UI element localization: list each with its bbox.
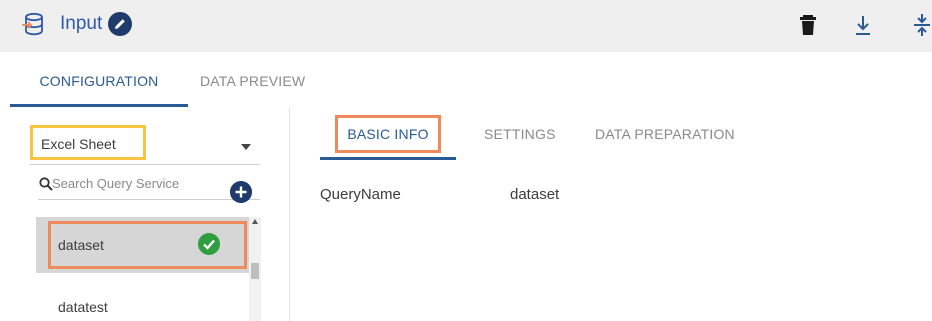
panel-header: Input bbox=[0, 0, 932, 52]
list-item[interactable]: datatest bbox=[36, 277, 249, 321]
tab-configuration-label: CONFIGURATION bbox=[39, 73, 159, 89]
header-title-group: Input bbox=[22, 12, 133, 36]
collapse-icon[interactable] bbox=[911, 13, 932, 37]
source-type-select[interactable]: Excel Sheet bbox=[30, 125, 146, 160]
add-query-button[interactable] bbox=[230, 181, 252, 203]
tab-basic-info[interactable]: BASIC INFO bbox=[320, 107, 456, 160]
search-underline bbox=[38, 199, 260, 200]
detail-tabs: BASIC INFO SETTINGS DATA PREPARATION bbox=[320, 107, 760, 160]
download-icon[interactable] bbox=[852, 13, 874, 37]
search-icon bbox=[39, 177, 53, 191]
tab-data-preview[interactable]: DATA PREVIEW bbox=[200, 62, 340, 107]
tab-basic-info-label: BASIC INFO bbox=[347, 126, 429, 142]
query-name-label: QueryName bbox=[320, 186, 401, 203]
tab-settings[interactable]: SETTINGS bbox=[484, 107, 556, 160]
query-name-value: dataset bbox=[510, 186, 560, 203]
edit-icon[interactable] bbox=[108, 12, 133, 36]
chevron-down-icon[interactable] bbox=[241, 144, 251, 150]
delete-icon[interactable] bbox=[797, 13, 819, 37]
tab-configuration[interactable]: CONFIGURATION bbox=[10, 62, 188, 107]
query-name: dataset bbox=[58, 237, 104, 253]
check-icon bbox=[198, 233, 220, 255]
scroll-up-arrow-icon[interactable] bbox=[252, 219, 258, 224]
query-sidebar: Excel Sheet dataset datatest bbox=[0, 107, 290, 321]
scroll-thumb[interactable] bbox=[251, 263, 259, 279]
query-name: datatest bbox=[58, 299, 108, 315]
select-underline bbox=[30, 164, 260, 165]
tab-data-preparation[interactable]: DATA PREPARATION bbox=[595, 107, 735, 160]
source-type-value: Excel Sheet bbox=[41, 136, 116, 152]
panel-title: Input bbox=[60, 13, 103, 34]
tab-data-preview-label: DATA PREVIEW bbox=[200, 73, 306, 89]
tab-settings-label: SETTINGS bbox=[484, 126, 556, 142]
active-subtab-indicator bbox=[320, 157, 456, 160]
database-input-icon bbox=[22, 12, 43, 36]
query-list: dataset datatest bbox=[36, 217, 249, 321]
tab-data-preparation-label: DATA PREPARATION bbox=[595, 126, 735, 142]
list-item[interactable]: dataset bbox=[36, 217, 249, 273]
search-input[interactable] bbox=[52, 173, 212, 193]
list-scrollbar[interactable] bbox=[249, 217, 261, 321]
